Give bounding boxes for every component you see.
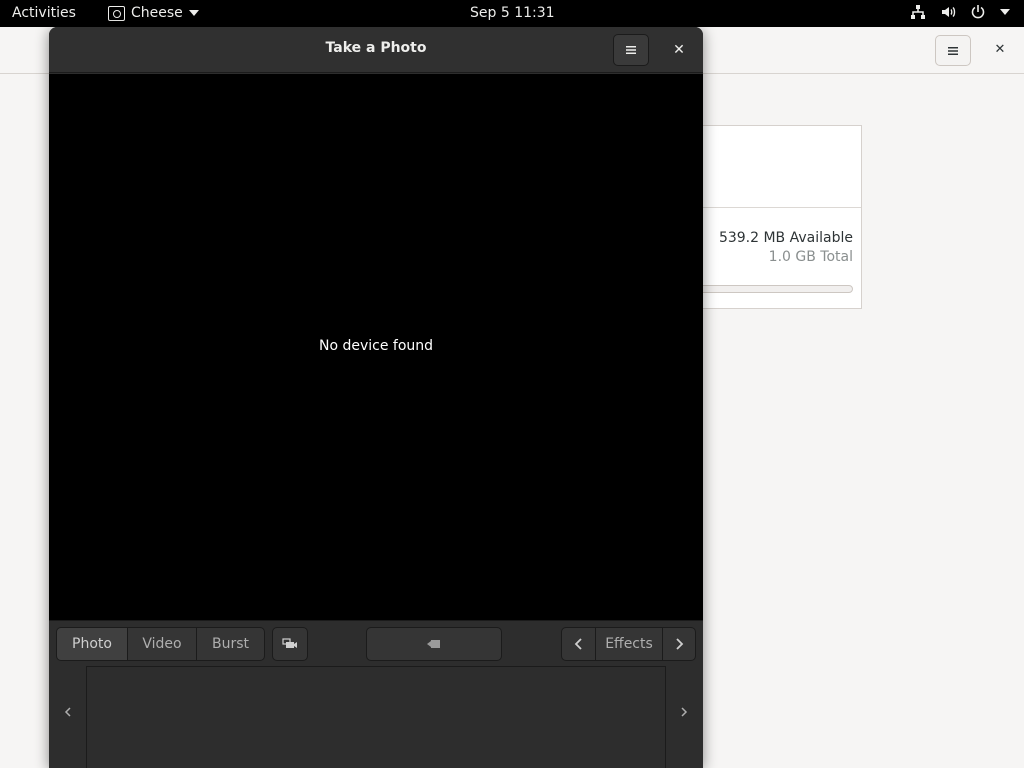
mode-photo-button[interactable]: Photo — [56, 627, 128, 661]
chevron-right-icon — [681, 707, 688, 717]
storage-card: 539.2 MB Available 1.0 GB Total — [690, 125, 862, 309]
chevron-left-icon — [574, 638, 582, 650]
cheese-app-icon — [108, 6, 125, 21]
app-menu-label: Cheese — [131, 5, 183, 21]
thumbnail-scroll-left[interactable] — [60, 706, 76, 726]
fullscreen-button[interactable] — [272, 627, 308, 661]
power-icon — [971, 5, 985, 19]
mode-burst-button[interactable]: Burst — [196, 627, 265, 661]
thumbnail-bar — [49, 666, 703, 768]
chevron-right-icon — [676, 638, 684, 650]
title-bar[interactable]: Take a Photo ✕ — [49, 27, 703, 73]
thumbnail-area[interactable] — [86, 666, 666, 768]
hamburger-icon — [626, 46, 636, 54]
thumbnail-scroll-right[interactable] — [676, 706, 692, 726]
chevron-down-icon — [188, 10, 199, 16]
top-bar: Activities Cheese Sep 5 11:31 — [0, 0, 1024, 27]
previous-effect-button[interactable] — [561, 627, 596, 661]
no-device-message: No device found — [318, 338, 434, 354]
activities-button[interactable]: Activities — [12, 5, 76, 21]
storage-usage-bar — [693, 285, 853, 293]
volume-icon — [942, 7, 956, 17]
divider — [691, 207, 861, 208]
background-menu-button[interactable] — [935, 35, 971, 66]
mode-video-button[interactable]: Video — [127, 627, 197, 661]
main-menu-button[interactable] — [613, 34, 649, 66]
chevron-left-icon — [64, 707, 71, 717]
hamburger-icon — [948, 46, 958, 55]
window-title: Take a Photo — [325, 40, 427, 56]
camera-icon — [427, 640, 440, 648]
action-toolbar: Photo Video Burst Effects — [49, 620, 703, 666]
storage-available: 539.2 MB Available — [718, 230, 853, 246]
effects-button[interactable]: Effects — [595, 627, 663, 661]
cheese-window: Take a Photo ✕ No device found Photo Vid… — [49, 27, 703, 768]
network-icon — [911, 5, 925, 19]
app-menu[interactable]: Cheese — [108, 5, 199, 21]
take-photo-button[interactable] — [366, 627, 502, 661]
chevron-down-icon — [1000, 9, 1010, 15]
next-effect-button[interactable] — [662, 627, 696, 661]
storage-total: 1.0 GB Total — [768, 249, 853, 265]
camera-viewport: No device found — [49, 74, 703, 620]
fullscreen-camera-icon — [282, 638, 297, 648]
close-icon[interactable]: ✕ — [990, 40, 1010, 60]
clock[interactable]: Sep 5 11:31 — [470, 5, 555, 21]
close-icon[interactable]: ✕ — [669, 40, 689, 60]
system-tray[interactable] — [910, 4, 1010, 20]
